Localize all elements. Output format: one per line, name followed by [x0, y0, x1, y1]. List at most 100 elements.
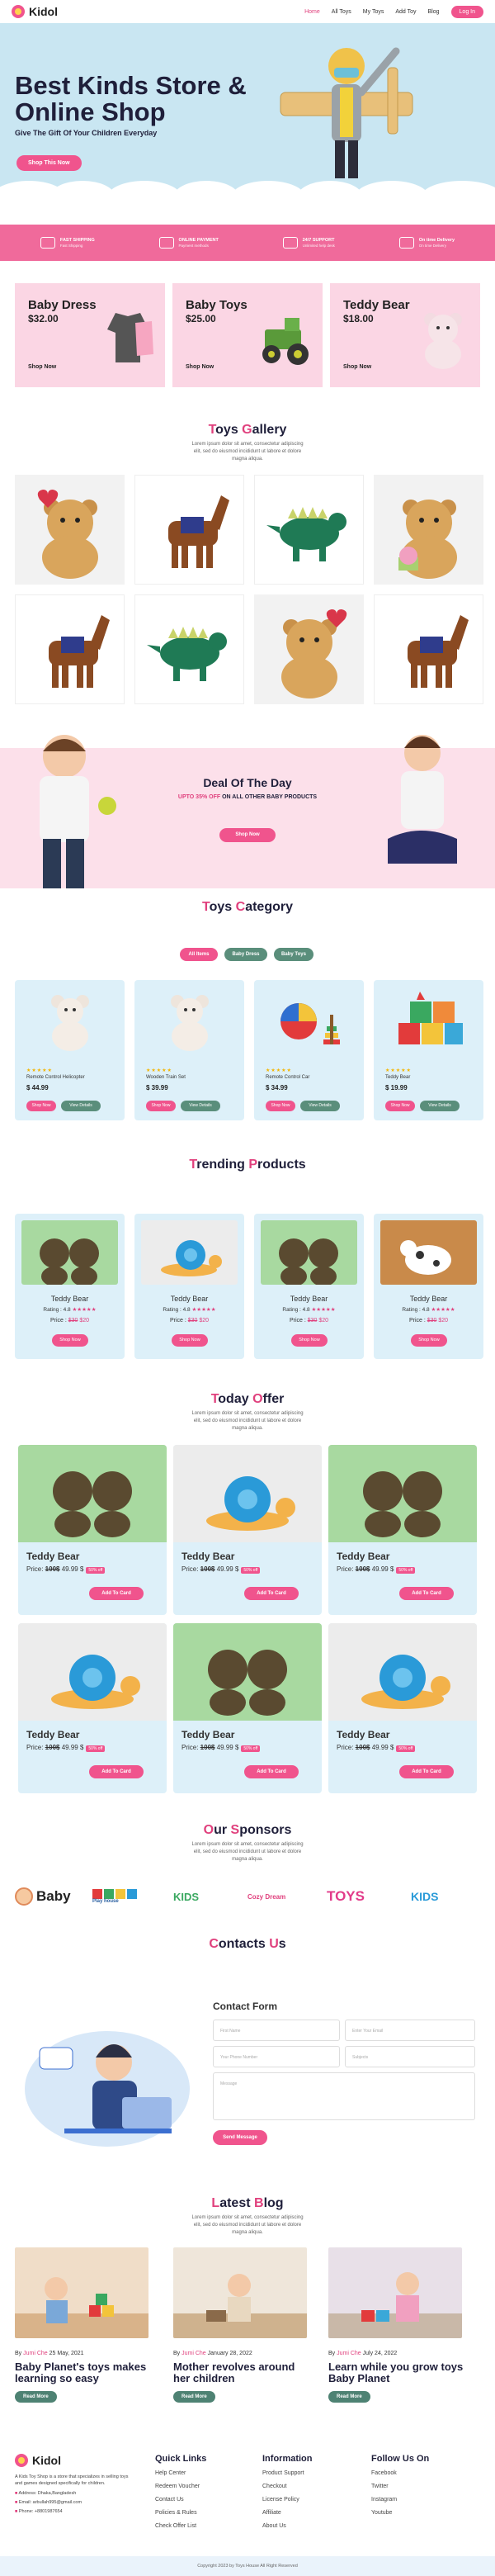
- sponsor-logo-playhouse[interactable]: Play house: [92, 1884, 137, 1909]
- old-price: $30: [68, 1318, 78, 1324]
- discount-badge: 50% off: [86, 1567, 106, 1574]
- gallery-teddy-heart[interactable]: [15, 475, 125, 585]
- shop-now-button[interactable]: Shop Now: [385, 1101, 415, 1111]
- snail-toy-image: [173, 1445, 322, 1542]
- sponsor-logo-cozy-dream[interactable]: Cozy Dream: [248, 1884, 285, 1909]
- gallery-teddy-heart-2[interactable]: [254, 594, 364, 704]
- nav-my-toys[interactable]: My Toys: [363, 9, 384, 15]
- link-license-policy[interactable]: License Policy: [262, 2497, 313, 2503]
- hero-shop-button[interactable]: Shop This Now: [16, 155, 82, 171]
- product-price: Price: 100$ 49.99 $50% off: [182, 1744, 261, 1752]
- link-help-center[interactable]: Help Center: [155, 2470, 206, 2476]
- sponsor-logo-toys[interactable]: TOYS: [327, 1884, 365, 1909]
- nav-add-toy[interactable]: Add Toy: [395, 9, 416, 15]
- link-policies[interactable]: Policies & Rules: [155, 2510, 206, 2516]
- blog-post-title[interactable]: Mother revolves around her children: [173, 2361, 314, 2384]
- nav-all-toys[interactable]: All Toys: [332, 9, 351, 15]
- nav-home[interactable]: Home: [304, 9, 320, 15]
- link-facebook[interactable]: Facebook: [371, 2470, 429, 2476]
- promo-shop-link[interactable]: Shop Now: [343, 364, 371, 370]
- link-checkout[interactable]: Checkout: [262, 2484, 313, 2489]
- promo-card-teddy-bear[interactable]: Teddy Bear $18.00 Shop Now: [330, 283, 480, 387]
- tab-baby-toys[interactable]: Baby Toys: [274, 948, 314, 961]
- promo-shop-link[interactable]: Shop Now: [186, 364, 214, 370]
- old-price: $30: [187, 1318, 198, 1324]
- sponsor-logo-baby[interactable]: Baby: [15, 1884, 71, 1909]
- feature-title: FAST SHIPPING: [59, 238, 95, 243]
- product-price: Price: 100$ 49.99 $50% off: [337, 1744, 416, 1752]
- link-instagram[interactable]: Instagram: [371, 2497, 429, 2503]
- toy-tractor-image: [262, 318, 309, 365]
- price-label: Price:: [337, 1744, 356, 1751]
- tab-baby-dress[interactable]: Baby Dress: [224, 948, 267, 961]
- shop-now-button[interactable]: Shop Now: [146, 1101, 176, 1111]
- link-contact-us[interactable]: Contact Us: [155, 2497, 206, 2503]
- link-affiliate[interactable]: Affiliate: [262, 2510, 313, 2516]
- deal-shop-button[interactable]: Shop Now: [219, 828, 276, 842]
- blog-post-title[interactable]: Learn while you grow toys Baby Planet: [328, 2361, 469, 2384]
- shop-now-button[interactable]: Shop Now: [26, 1101, 56, 1111]
- phone-field[interactable]: Your Phone Number: [213, 2046, 340, 2067]
- link-about-us[interactable]: About Us: [262, 2523, 313, 2529]
- old-price: $30: [307, 1318, 318, 1324]
- shop-now-button[interactable]: Shop Now: [291, 1334, 328, 1347]
- baby-dress-image: [107, 313, 153, 362]
- add-to-card-button[interactable]: Add To Card: [244, 1765, 299, 1778]
- email-field[interactable]: Enter Your Email: [345, 2020, 475, 2041]
- message-field[interactable]: Message: [213, 2072, 475, 2120]
- tab-all-items[interactable]: All Items: [180, 948, 218, 961]
- shop-now-button[interactable]: Shop Now: [172, 1334, 208, 1347]
- offer-card: Teddy Bear Price: 100$ 49.99 $50% off Ad…: [173, 1445, 322, 1615]
- promo-card-baby-dress[interactable]: Baby Dress $32.00 Shop Now: [15, 283, 165, 387]
- link-redeem-voucher[interactable]: Redeem Voucher: [155, 2484, 206, 2489]
- view-details-button[interactable]: View Details: [420, 1101, 460, 1111]
- footer-address: ■ Address: Dhaka,Bangladesh: [15, 2491, 130, 2496]
- sponsor-logo-kids-2[interactable]: KIDS: [411, 1884, 438, 1909]
- send-message-button[interactable]: Send Message: [213, 2130, 267, 2145]
- login-button[interactable]: Log In: [450, 5, 483, 18]
- baby-face-icon: [15, 1887, 33, 1906]
- gallery-toy-horse[interactable]: [134, 475, 244, 585]
- shop-now-button[interactable]: Shop Now: [266, 1101, 295, 1111]
- blog-author[interactable]: Jumi Che: [182, 2351, 206, 2356]
- blog-post-title[interactable]: Baby Planet's toys makes learning so eas…: [15, 2361, 155, 2384]
- subject-field[interactable]: Subjects: [345, 2046, 475, 2067]
- gallery-toy-dinosaur[interactable]: [254, 475, 364, 585]
- link-check-offer[interactable]: Check Offer List: [155, 2523, 206, 2529]
- blog-card: By Jumi Che July 24, 2022 Learn while yo…: [328, 2247, 477, 2403]
- sponsor-logo-kids[interactable]: KIDS: [173, 1884, 199, 1909]
- add-to-card-button[interactable]: Add To Card: [399, 1587, 454, 1600]
- blog-author[interactable]: Jumi Che: [23, 2351, 48, 2356]
- blog-author[interactable]: Jumi Che: [337, 2351, 361, 2356]
- gallery-toy-horse-3[interactable]: [374, 594, 483, 704]
- first-name-field[interactable]: First Name: [213, 2020, 340, 2041]
- view-details-button[interactable]: View Details: [61, 1101, 101, 1111]
- nav-blog[interactable]: Blog: [428, 9, 440, 15]
- shop-now-button[interactable]: Shop Now: [411, 1334, 447, 1347]
- add-to-card-button[interactable]: Add To Card: [89, 1765, 144, 1778]
- features-strip: FAST SHIPPING Fast Shipping ONLINE PAYMEN…: [0, 225, 495, 261]
- brand-logo[interactable]: Kidol: [12, 5, 58, 18]
- view-details-button[interactable]: View Details: [181, 1101, 220, 1111]
- link-product-support[interactable]: Product Support: [262, 2470, 313, 2476]
- sponsors-title: Our Sponsors: [0, 1823, 495, 1838]
- footer-logo[interactable]: Kidol: [15, 2454, 130, 2467]
- add-to-card-button[interactable]: Add To Card: [244, 1587, 299, 1600]
- read-more-button[interactable]: Read More: [15, 2391, 57, 2403]
- gallery-teddy-cupcake[interactable]: [374, 475, 483, 585]
- add-to-card-button[interactable]: Add To Card: [399, 1765, 454, 1778]
- link-twitter[interactable]: Twitter: [371, 2484, 429, 2489]
- view-details-button[interactable]: View Details: [300, 1101, 340, 1111]
- read-more-button[interactable]: Read More: [328, 2391, 370, 2403]
- promo-card-baby-toys[interactable]: Baby Toys $25.00 Shop Now: [172, 283, 323, 387]
- gallery-toy-dinosaur-2[interactable]: [134, 594, 244, 704]
- promo-shop-link[interactable]: Shop Now: [28, 364, 56, 370]
- read-more-button[interactable]: Read More: [173, 2391, 215, 2403]
- trending-card: Teddy Bear Rating : 4.8 ★★★★★ Price : $3…: [254, 1214, 364, 1359]
- add-to-card-button[interactable]: Add To Card: [89, 1587, 144, 1600]
- gallery-toy-horse-2[interactable]: [15, 594, 125, 704]
- top-nav: Kidol Home All Toys My Toys Add Toy Blog…: [0, 0, 495, 23]
- twin-teddy-image: [328, 1445, 477, 1542]
- link-youtube[interactable]: Youtube: [371, 2510, 429, 2516]
- shop-now-button[interactable]: Shop Now: [52, 1334, 88, 1347]
